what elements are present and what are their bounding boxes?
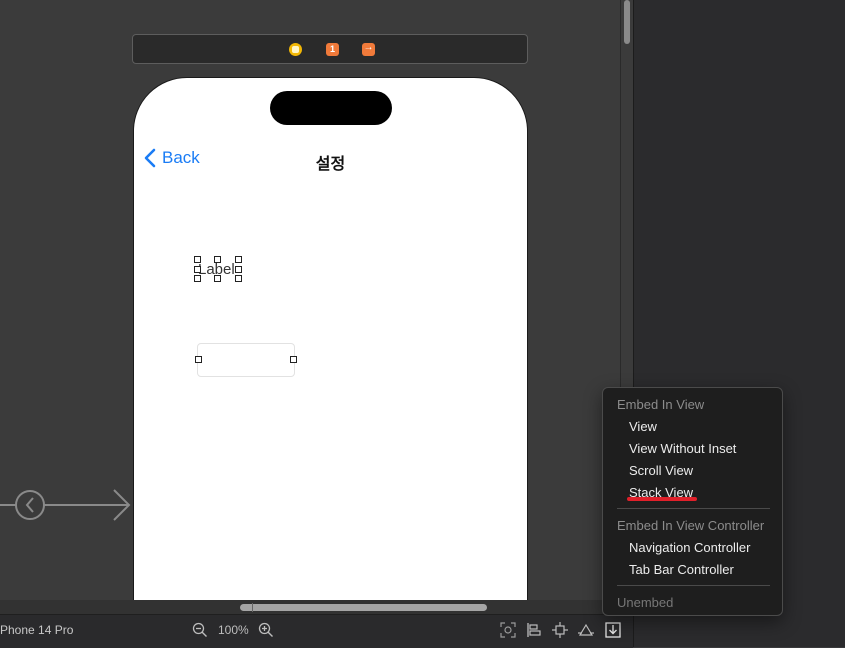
storyboard-canvas[interactable]: 1 Back 설정 Label xyxy=(0,0,620,600)
resize-handle[interactable] xyxy=(235,266,242,273)
menu-section-header: Embed In View Controller xyxy=(617,518,765,533)
scroll-thumb[interactable] xyxy=(624,0,630,44)
view-controller-icon[interactable] xyxy=(289,43,302,56)
zoom-level: 100% xyxy=(218,623,249,637)
canvas-bottom-bar: Phone 14 Pro 100% xyxy=(0,614,633,648)
dynamic-island xyxy=(270,91,392,125)
align-icon[interactable] xyxy=(526,622,542,638)
menu-item-navigation-controller[interactable]: Navigation Controller xyxy=(629,540,750,555)
scroll-marker xyxy=(252,603,253,612)
resize-handle[interactable] xyxy=(194,275,201,282)
zoom-in-icon[interactable] xyxy=(258,622,274,638)
resize-handle[interactable] xyxy=(235,256,242,263)
menu-item-scroll-view[interactable]: Scroll View xyxy=(629,463,693,478)
nav-title: 설정 xyxy=(315,156,346,173)
menu-section-header: Embed In View xyxy=(617,397,705,412)
resize-handle[interactable] xyxy=(195,356,202,363)
highlight-underline xyxy=(627,497,697,501)
menu-item-view[interactable]: View xyxy=(629,419,657,434)
segue-arrow[interactable] xyxy=(0,488,135,522)
zoom-out-icon[interactable] xyxy=(192,622,208,638)
embed-in-icon[interactable] xyxy=(605,622,621,638)
resolve-issues-icon[interactable] xyxy=(578,622,594,638)
exit-icon[interactable] xyxy=(362,42,375,56)
device-selector[interactable]: Phone 14 Pro xyxy=(0,623,73,637)
resize-handle[interactable] xyxy=(214,275,221,282)
update-frames-icon[interactable] xyxy=(500,622,516,638)
scroll-thumb[interactable] xyxy=(240,604,487,611)
resize-handle[interactable] xyxy=(194,266,201,273)
resize-handle[interactable] xyxy=(290,356,297,363)
menu-item-unembed[interactable]: Unembed xyxy=(617,595,673,610)
iphone-scene[interactable]: Back 설정 Label xyxy=(133,77,528,600)
resize-handle[interactable] xyxy=(194,256,201,263)
resize-handle[interactable] xyxy=(235,275,242,282)
embed-in-menu: Embed In View View View Without Inset Sc… xyxy=(602,387,783,616)
menu-divider xyxy=(617,585,770,586)
resize-handle[interactable] xyxy=(214,256,221,263)
first-responder-icon[interactable]: 1 xyxy=(326,43,339,56)
menu-item-tab-bar-controller[interactable]: Tab Bar Controller xyxy=(629,562,734,577)
add-constraints-icon[interactable] xyxy=(552,622,568,638)
text-field[interactable] xyxy=(197,343,295,377)
horizontal-scrollbar[interactable] xyxy=(0,600,633,614)
menu-divider xyxy=(617,508,770,509)
scene-dock: 1 xyxy=(132,34,528,64)
menu-item-view-without-inset[interactable]: View Without Inset xyxy=(629,441,736,456)
